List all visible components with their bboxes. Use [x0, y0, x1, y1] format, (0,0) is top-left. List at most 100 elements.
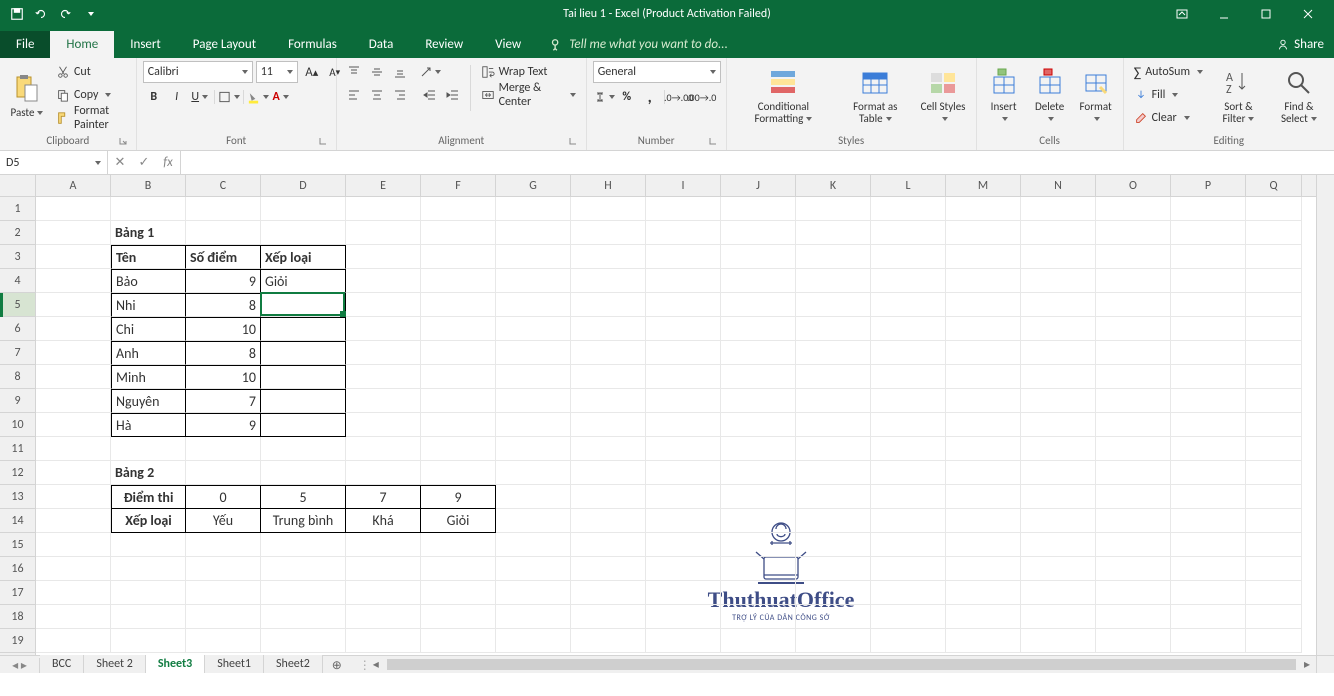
row-header-7[interactable]: 7: [0, 341, 35, 365]
cell-A15[interactable]: [36, 533, 111, 557]
cell-E14[interactable]: Khá: [346, 509, 421, 533]
cell-Q19[interactable]: [1246, 629, 1302, 653]
cell-I16[interactable]: [646, 557, 721, 581]
cell-H13[interactable]: [571, 485, 646, 509]
column-header-J[interactable]: J: [721, 175, 796, 196]
hscroll-left-icon[interactable]: ◂: [367, 656, 385, 673]
cell-A11[interactable]: [36, 437, 111, 461]
decrease-indent-icon[interactable]: [419, 84, 441, 106]
cell-P14[interactable]: [1171, 509, 1246, 533]
cell-E18[interactable]: [346, 605, 421, 629]
cell-J2[interactable]: [721, 221, 796, 245]
cell-M15[interactable]: [946, 533, 1021, 557]
cell-F18[interactable]: [421, 605, 496, 629]
cell-I9[interactable]: [646, 389, 721, 413]
cell-B11[interactable]: [111, 437, 186, 461]
cell-E17[interactable]: [346, 581, 421, 605]
cell-H4[interactable]: [571, 269, 646, 293]
cell-G6[interactable]: [496, 317, 571, 341]
italic-button[interactable]: I: [166, 86, 188, 108]
cell-G19[interactable]: [496, 629, 571, 653]
cell-K19[interactable]: [796, 629, 871, 653]
font-launcher-icon[interactable]: [318, 136, 328, 146]
cell-L2[interactable]: [871, 221, 946, 245]
cell-Q3[interactable]: [1246, 245, 1302, 269]
cell-P19[interactable]: [1171, 629, 1246, 653]
decrease-decimal-icon[interactable]: .00→.0: [691, 86, 713, 108]
column-header-C[interactable]: C: [186, 175, 261, 196]
cell-P4[interactable]: [1171, 269, 1246, 293]
row-header-9[interactable]: 9: [0, 389, 35, 413]
cell-D19[interactable]: [261, 629, 346, 653]
cell-Q14[interactable]: [1246, 509, 1302, 533]
sheet-tab-sheet3[interactable]: Sheet3: [146, 655, 205, 673]
cell-M9[interactable]: [946, 389, 1021, 413]
cell-A16[interactable]: [36, 557, 111, 581]
cell-I13[interactable]: [646, 485, 721, 509]
cell-H14[interactable]: [571, 509, 646, 533]
cell-P12[interactable]: [1171, 461, 1246, 485]
cell-H19[interactable]: [571, 629, 646, 653]
cell-Q8[interactable]: [1246, 365, 1302, 389]
cell-J11[interactable]: [721, 437, 796, 461]
cell-G7[interactable]: [496, 341, 571, 365]
cell-Q15[interactable]: [1246, 533, 1302, 557]
align-right-icon[interactable]: [389, 84, 411, 106]
cell-P7[interactable]: [1171, 341, 1246, 365]
cell-O11[interactable]: [1096, 437, 1171, 461]
cell-B1[interactable]: [111, 197, 186, 221]
tab-formulas[interactable]: Formulas: [272, 31, 353, 58]
cell-M13[interactable]: [946, 485, 1021, 509]
cell-N2[interactable]: [1021, 221, 1096, 245]
cell-J13[interactable]: [721, 485, 796, 509]
column-header-K[interactable]: K: [796, 175, 871, 196]
cell-H10[interactable]: [571, 413, 646, 437]
row-header-19[interactable]: 19: [0, 629, 35, 653]
cell-E7[interactable]: [346, 341, 421, 365]
column-header-F[interactable]: F: [421, 175, 496, 196]
cell-J15[interactable]: [721, 533, 796, 557]
cell-B12[interactable]: Bảng 2: [111, 461, 186, 485]
cell-K2[interactable]: [796, 221, 871, 245]
cell-Q16[interactable]: [1246, 557, 1302, 581]
cell-H9[interactable]: [571, 389, 646, 413]
column-header-N[interactable]: N: [1021, 175, 1096, 196]
cell-P5[interactable]: [1171, 293, 1246, 317]
cell-B16[interactable]: [111, 557, 186, 581]
row-header-3[interactable]: 3: [0, 245, 35, 269]
cell-P15[interactable]: [1171, 533, 1246, 557]
cell-M14[interactable]: [946, 509, 1021, 533]
paste-button[interactable]: Paste: [6, 61, 48, 131]
cell-N6[interactable]: [1021, 317, 1096, 341]
cell-H18[interactable]: [571, 605, 646, 629]
font-color-button[interactable]: A: [270, 86, 292, 108]
cell-O13[interactable]: [1096, 485, 1171, 509]
cell-M11[interactable]: [946, 437, 1021, 461]
row-header-16[interactable]: 16: [0, 557, 35, 581]
cell-N19[interactable]: [1021, 629, 1096, 653]
tab-review[interactable]: Review: [409, 31, 479, 58]
cell-K13[interactable]: [796, 485, 871, 509]
qat-customize-icon[interactable]: [78, 3, 100, 25]
cell-D10[interactable]: [261, 413, 346, 437]
cell-P3[interactable]: [1171, 245, 1246, 269]
cell-E10[interactable]: [346, 413, 421, 437]
cell-D2[interactable]: [261, 221, 346, 245]
cell-N1[interactable]: [1021, 197, 1096, 221]
cell-I12[interactable]: [646, 461, 721, 485]
cell-H2[interactable]: [571, 221, 646, 245]
cell-L18[interactable]: [871, 605, 946, 629]
cell-B10[interactable]: Hà: [111, 413, 186, 437]
cell-B2[interactable]: Bảng 1: [111, 221, 186, 245]
cell-F17[interactable]: [421, 581, 496, 605]
cell-I18[interactable]: [646, 605, 721, 629]
column-header-O[interactable]: O: [1096, 175, 1171, 196]
cell-L6[interactable]: [871, 317, 946, 341]
cell-N3[interactable]: [1021, 245, 1096, 269]
cell-K4[interactable]: [796, 269, 871, 293]
cell-N16[interactable]: [1021, 557, 1096, 581]
cell-C10[interactable]: 9: [186, 413, 261, 437]
cell-F4[interactable]: [421, 269, 496, 293]
merge-center-button[interactable]: Merge & Center: [477, 84, 580, 106]
cell-A13[interactable]: [36, 485, 111, 509]
